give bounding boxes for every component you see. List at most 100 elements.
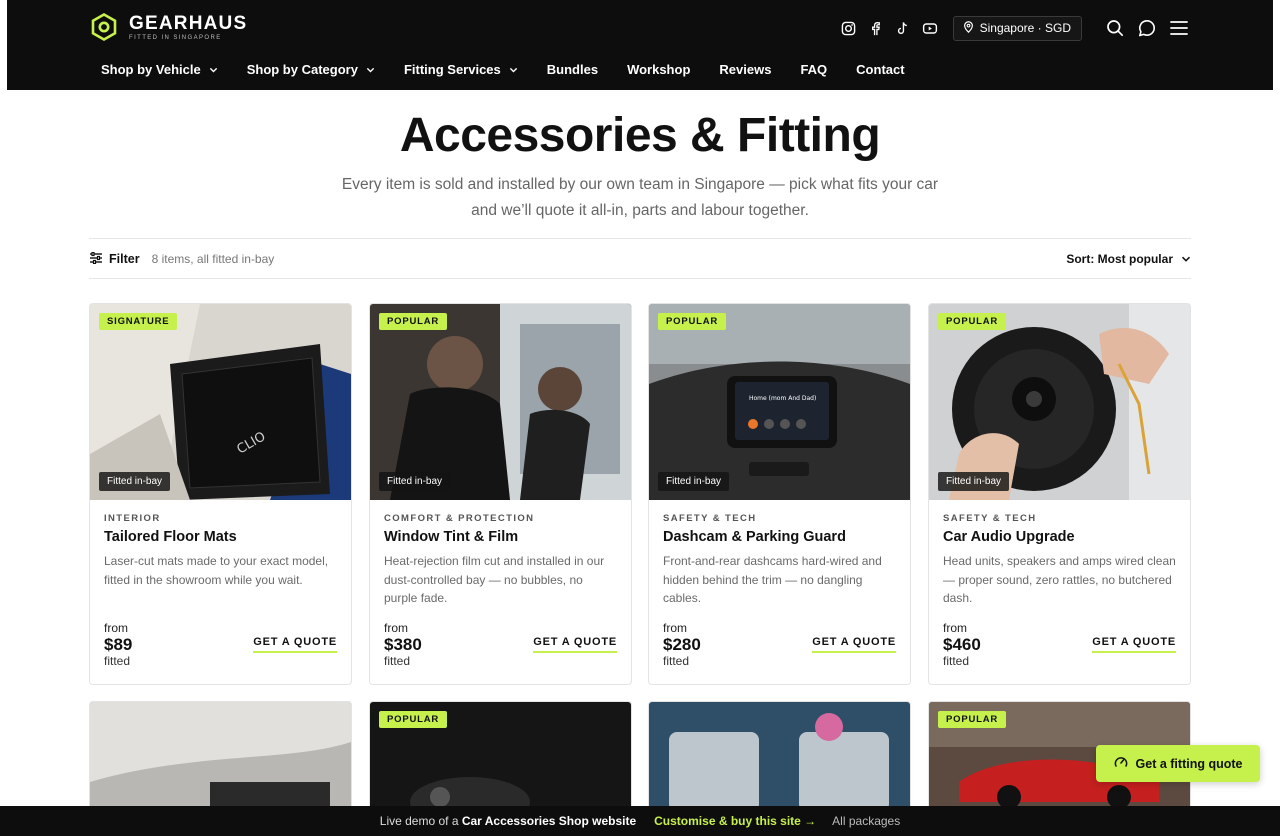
nav-item-contact[interactable]: Contact [856,60,917,78]
demo-prefix: Live demo of a [379,814,459,828]
product-description: Laser-cut mats made to your exact model,… [104,554,329,587]
fitted-tag: Fitted in-bay [379,472,451,491]
divider [89,278,1191,279]
product-title[interactable]: Tailored Floor Mats [104,529,337,545]
item-count: 8 items, all fitted in-bay [151,252,275,266]
get-quote-button[interactable]: GET A QUOTE [812,636,896,653]
get-quote-button[interactable]: GET A QUOTE [533,636,617,653]
nav-item-label: Shop by Vehicle [101,61,201,77]
price-from-label: from [104,621,128,635]
all-packages-link[interactable]: All packages [832,814,900,828]
product-image[interactable]: Home (mom And Dad) [649,304,910,500]
instagram-icon[interactable] [841,20,857,36]
product-badge: POPULAR [379,711,448,728]
product-card[interactable]: Home (mom And Dad) POPULAR Fitted in-bay SA… [648,303,911,685]
nav-item-label: Reviews [719,61,772,77]
price-amount: $460 [943,635,981,654]
nav-item-label: Contact [856,61,905,77]
product-price: from $380 fitted [384,621,422,668]
product-card[interactable]: CLIO SIGNATURE Fitted in-bay INTERIOR Tailor… [89,303,352,685]
price-amount: $89 [104,635,133,654]
product-card[interactable]: POPULAR Fitted in-bay COMFORT & PROTECTION… [369,303,632,685]
product-price: from $460 fitted [943,621,981,668]
demo-site-name: Car Accessories Shop website [461,814,637,828]
search-icon[interactable] [1105,18,1125,38]
get-quote-button[interactable]: GET A QUOTE [253,636,337,653]
brand-logo[interactable]: GEARHAUS FITTED IN SINGAPORE [91,13,247,41]
svg-text:Home (mom And Dad): Home (mom And Dad) [749,395,816,402]
fitted-tag: Fitted in-bay [658,472,730,491]
fitted-tag: Fitted in-bay [938,472,1010,491]
price-amount: $280 [663,635,701,654]
nav-item-label: Shop by Category [246,61,358,77]
nav-item-workshop[interactable]: Workshop [627,60,703,78]
product-badge: POPULAR [938,711,1007,728]
fitting-quote-label: Get a fitting quote [1135,756,1243,771]
sort-label: Sort: Most popular [1066,252,1173,266]
product-card[interactable]: POPULAR Fitted in-bay SAFETY & TECH Car Aud… [928,303,1191,685]
main-nav: Shop by Vehicle Shop by Category Fitting S… [101,60,934,78]
nav-item-bundles[interactable]: Bundles [547,60,611,78]
fitting-quote-button[interactable]: Get a fitting quote [1096,745,1260,782]
fitted-tag: Fitted in-bay [99,472,171,491]
product-card[interactable] [89,701,352,811]
region-selector[interactable]: Singapore · SGD [952,15,1082,41]
nav-item-label: Bundles [546,61,599,77]
product-description: Heat-rejection film cut and installed in… [384,554,605,605]
product-price: from $280 fitted [663,621,701,668]
product-title[interactable]: Window Tint & Film [384,529,617,545]
nav-item-reviews[interactable]: Reviews [719,60,784,78]
product-badge: POPULAR [658,313,727,330]
divider [89,238,1191,239]
product-title[interactable]: Car Audio Upgrade [943,529,1176,545]
product-image[interactable] [649,702,910,810]
product-card[interactable]: POPULAR [369,701,632,811]
price-unit: fitted [104,654,131,668]
nav-item-shop-by-vehicle[interactable]: Shop by Vehicle [101,60,231,78]
nav-item-shop-by-category[interactable]: Shop by Category [247,60,388,78]
product-image[interactable]: CLIO [90,304,351,500]
nav-item-fitting-services[interactable]: Fitting Services [404,60,531,78]
nav-item-faq[interactable]: FAQ [800,60,840,78]
product-image[interactable] [370,304,631,500]
demo-bar: Live demo of a Car Accessories Shop webs… [0,806,1280,836]
tiktok-icon[interactable] [895,20,911,36]
product-description: Front-and-rear dashcams hard-wired and h… [663,554,882,605]
sort-dropdown[interactable]: Sort: Most popular [1066,250,1191,268]
nav-item-label: Workshop [627,61,691,77]
product-category: COMFORT & PROTECTION [384,513,535,524]
product-image[interactable] [929,304,1190,500]
price-from-label: from [384,621,408,635]
chat-icon[interactable] [1137,18,1157,38]
brand-tagline: FITTED IN SINGAPORE [129,34,222,41]
region-label: Singapore · SGD [979,21,1071,35]
brand-name: GEARHAUS [129,12,248,34]
get-quote-button[interactable]: GET A QUOTE [1092,636,1176,653]
chevron-down-icon [366,62,375,77]
page-subtitle: Every item is sold and installed by our … [341,176,939,219]
chevron-down-icon [509,62,518,77]
site-header: GEARHAUS FITTED IN SINGAPORE Singapore ·… [7,0,1273,90]
filter-button[interactable]: Filter [89,251,140,267]
nav-item-label: Fitting Services [403,61,501,77]
product-card[interactable] [648,701,911,811]
location-pin-icon [963,20,974,36]
product-category: SAFETY & TECH [943,513,1037,524]
product-description: Head units, speakers and amps wired clea… [943,554,1176,605]
customise-buy-link[interactable]: Customise & buy this site → [654,814,816,828]
chevron-down-icon [209,62,218,77]
nav-item-label: FAQ [800,61,828,77]
youtube-icon[interactable] [922,20,938,36]
price-from-label: from [663,621,687,635]
page-title: Accessories & Fitting [399,109,881,162]
product-badge: POPULAR [379,313,448,330]
product-image[interactable] [90,702,351,810]
gauge-icon [1114,755,1128,772]
facebook-icon[interactable] [868,20,884,36]
product-title[interactable]: Dashcam & Parking Guard [663,529,896,545]
price-amount: $380 [384,635,422,654]
product-category: INTERIOR [104,513,161,524]
menu-icon[interactable] [1169,18,1189,38]
product-category: SAFETY & TECH [663,513,757,524]
product-badge: SIGNATURE [99,313,178,330]
